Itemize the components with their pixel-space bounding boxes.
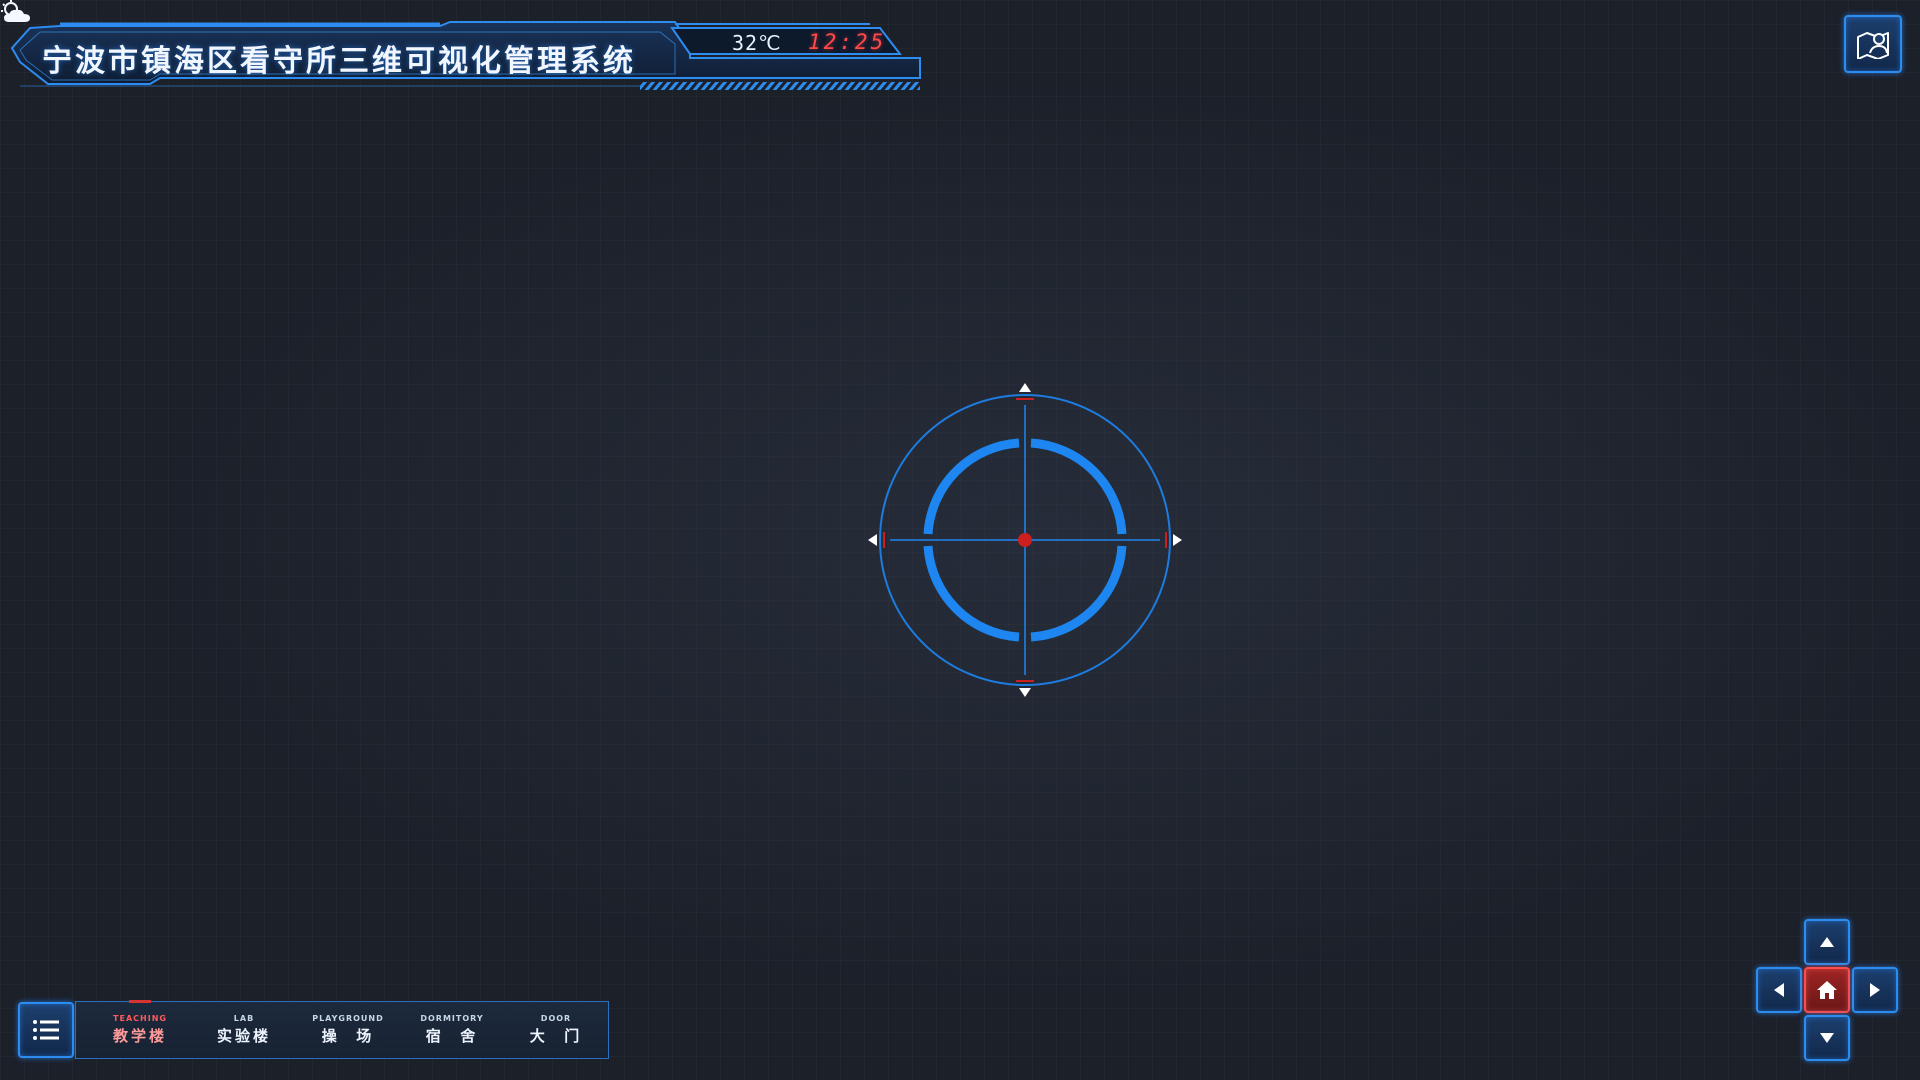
reticle-arrow-right-icon — [1173, 534, 1182, 546]
nav-item-en-label: DOOR — [540, 1014, 572, 1023]
menu-button[interactable] — [18, 1002, 74, 1058]
viewport[interactable]: 宁波市镇海区看守所三维可视化管理系统 32℃ 12:25 TEACHING 教学… — [0, 0, 1920, 1080]
nav-item-cn-label: 教学楼 — [112, 1027, 167, 1045]
map-person-icon — [1857, 32, 1889, 59]
home-icon — [1817, 981, 1837, 999]
nav-item-cn-label: 实验楼 — [216, 1027, 271, 1045]
page-title: 宁波市镇海区看守所三维可视化管理系统 — [42, 44, 636, 79]
crosshair-reticle — [868, 383, 1182, 697]
building-nav-bar: TEACHING 教学楼 LAB 实验楼 PLAYGROUND 操 场 DORM… — [75, 1000, 609, 1059]
arrow-up-icon — [1820, 937, 1834, 947]
arrow-left-icon — [1774, 983, 1784, 997]
nav-item-playground[interactable]: PLAYGROUND 操 场 — [296, 1002, 400, 1058]
pan-up-button[interactable] — [1804, 919, 1850, 965]
partly-cloudy-icon — [1, 0, 30, 22]
reticle-arrow-up-icon — [1019, 383, 1031, 392]
arrow-down-icon — [1820, 1033, 1834, 1043]
reticle-center-dot — [1018, 533, 1032, 547]
arrow-right-icon — [1870, 983, 1880, 997]
pan-right-button[interactable] — [1852, 967, 1898, 1013]
nav-item-cn-label: 大 门 — [529, 1027, 583, 1045]
temperature-readout: 32℃ — [732, 31, 782, 55]
pan-down-button[interactable] — [1804, 1015, 1850, 1061]
nav-item-cn-label: 操 场 — [321, 1027, 375, 1045]
home-view-button[interactable] — [1804, 967, 1850, 1013]
reticle-arrow-left-icon — [868, 534, 877, 546]
title-banner: 宁波市镇海区看守所三维可视化管理系统 32℃ 12:25 — [0, 0, 940, 100]
map-view-button[interactable] — [1844, 15, 1902, 73]
nav-item-en-label: LAB — [233, 1014, 255, 1023]
nav-item-dormitory[interactable]: DORMITORY 宿 舍 — [400, 1002, 504, 1058]
pan-left-button[interactable] — [1756, 967, 1802, 1013]
clock-readout: 12:25 — [808, 30, 887, 54]
nav-item-en-label: PLAYGROUND — [312, 1014, 384, 1023]
nav-item-en-label: DORMITORY — [420, 1014, 484, 1023]
list-menu-icon — [33, 1020, 59, 1040]
nav-item-cn-label: 宿 舍 — [425, 1027, 479, 1045]
nav-item-teaching[interactable]: TEACHING 教学楼 — [88, 1000, 192, 1058]
nav-item-en-label: TEACHING — [113, 1014, 167, 1023]
nav-item-door[interactable]: DOOR 大 门 — [504, 1002, 608, 1058]
nav-item-lab[interactable]: LAB 实验楼 — [192, 1002, 296, 1058]
reticle-arrow-down-icon — [1019, 688, 1031, 697]
